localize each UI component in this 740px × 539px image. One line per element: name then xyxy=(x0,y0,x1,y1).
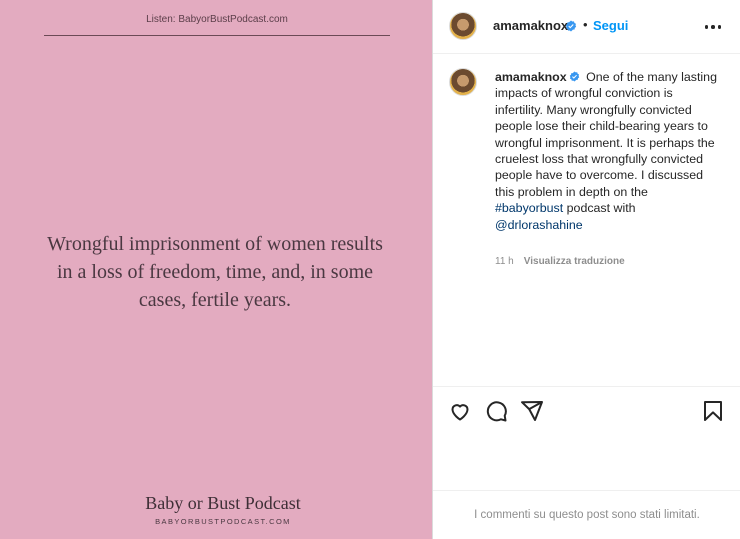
share-icon[interactable] xyxy=(520,399,544,423)
verified-badge-icon xyxy=(565,20,577,32)
image-quote-text: Wrongful imprisonment of women results i… xyxy=(47,233,383,311)
heart-icon[interactable] xyxy=(448,399,472,423)
image-footer-title: Baby or Bust Podcast xyxy=(145,493,301,513)
comment-icon[interactable] xyxy=(484,399,508,423)
comments-limited-notice: I commenti su questo post sono stati lim… xyxy=(474,509,700,521)
caption-meta: 11 h Visualizza traduzione xyxy=(495,256,625,267)
post-image[interactable]: Listen: BabyorBustPodcast.com Wrongful i… xyxy=(0,0,432,539)
caption-hashtag[interactable]: #babyorbust xyxy=(495,201,563,215)
caption-text-after: podcast with xyxy=(566,201,636,216)
caption-mention[interactable]: @drlorashahine xyxy=(495,218,583,232)
image-footer-url: BABYORBUSTPODCAST.COM xyxy=(155,517,291,526)
post-side-panel: amamaknox • Segui amamaknox One of the m… xyxy=(432,0,740,539)
action-bar xyxy=(433,386,740,436)
follow-button[interactable]: Segui xyxy=(593,18,628,33)
separator-dot: • xyxy=(583,17,588,32)
post-header: amamaknox • Segui xyxy=(433,0,740,54)
image-header-text: Listen: BabyorBustPodcast.com xyxy=(44,14,390,36)
header-username[interactable]: amamaknox xyxy=(493,18,568,33)
caption-avatar[interactable] xyxy=(449,68,477,96)
post-caption: amamaknox One of the many lasting impact… xyxy=(495,69,717,233)
post-time: 11 h xyxy=(495,256,514,267)
avatar[interactable] xyxy=(449,12,477,40)
bookmark-icon[interactable] xyxy=(701,399,725,423)
verified-badge-icon xyxy=(569,71,579,82)
caption-text: One of the many lasting impacts of wrong… xyxy=(495,70,717,199)
caption-username[interactable]: amamaknox xyxy=(495,70,567,84)
more-options-icon[interactable] xyxy=(701,18,725,36)
comments-area: I commenti su questo post sono stati lim… xyxy=(433,490,740,539)
translate-link[interactable]: Visualizza traduzione xyxy=(524,256,625,267)
